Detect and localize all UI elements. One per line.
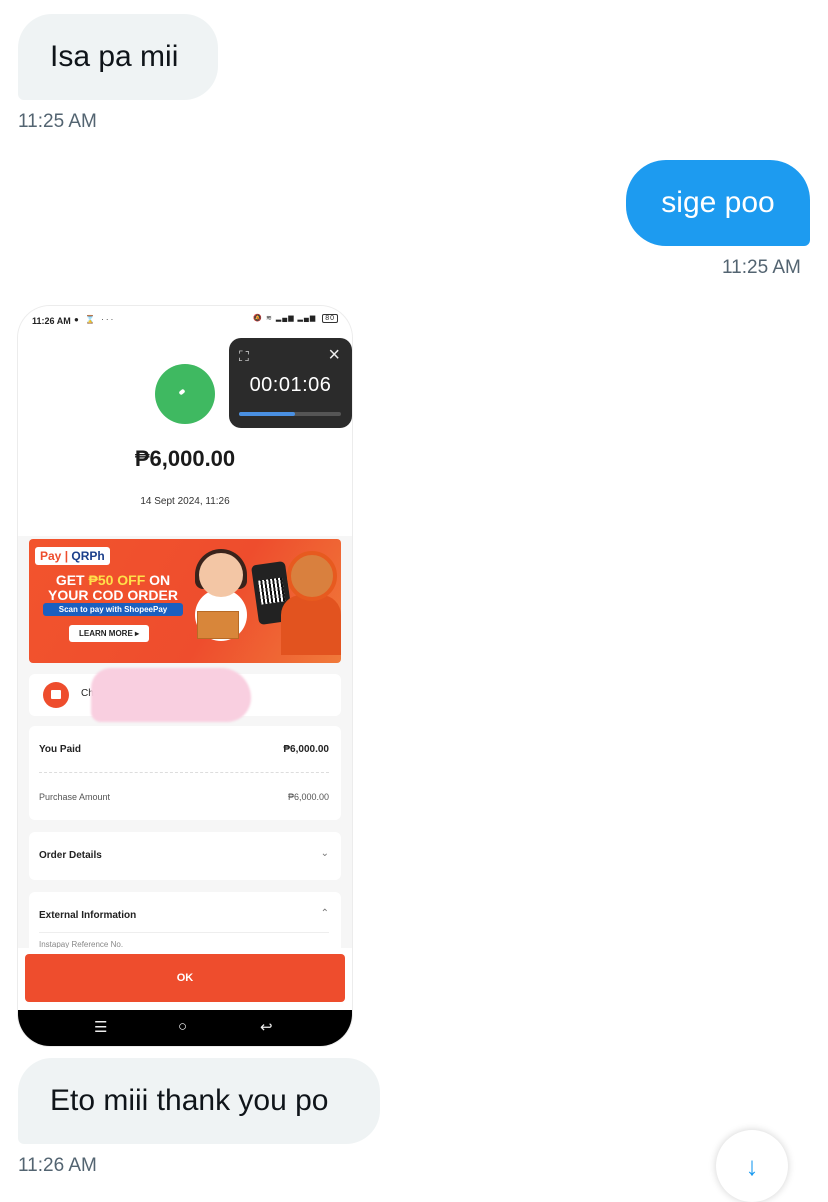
- message-timestamp: 11:26 AM: [18, 1155, 97, 1176]
- status-time: 11:26 AM: [32, 316, 71, 326]
- store-icon: [43, 682, 69, 708]
- purchase-value: ₱6,000.00: [287, 792, 329, 802]
- merchant-card[interactable]: Ch: [29, 668, 341, 722]
- you-paid-row: You Paid ₱6,000.00: [39, 744, 329, 755]
- brand-qrph: QRPh: [71, 549, 105, 563]
- banner-subline: Scan to pay with ShopeePay: [43, 603, 183, 616]
- notification-icons: ● ⌛ ···: [74, 315, 116, 324]
- status-bar: 11:26 AM ● ⌛ ··· 🔕 ≋ ▂▄▆ ▂▄▆ 80: [18, 306, 352, 336]
- banner-illustration: [197, 611, 239, 639]
- divider: [39, 932, 329, 933]
- android-nav-bar: ☰ ○ ↩: [18, 1010, 352, 1046]
- message-text: Eto miii thank you po: [50, 1084, 329, 1117]
- battery-icon: 80: [322, 314, 338, 323]
- order-details-label: Order Details: [39, 850, 102, 861]
- you-paid-label: You Paid: [39, 744, 82, 755]
- message-bubble-outgoing[interactable]: sige poo: [626, 160, 810, 246]
- purchase-label: Purchase Amount: [39, 792, 111, 802]
- scroll-to-bottom-button[interactable]: ↓: [716, 1130, 788, 1202]
- message-text: sige poo: [661, 186, 775, 219]
- back-icon[interactable]: ↩: [260, 1018, 273, 1036]
- redaction-scribble: [91, 668, 251, 722]
- banner-headline: GET ₱50 OFF ON YOUR COD ORDER: [43, 573, 183, 603]
- recording-timer-overlay[interactable]: ⛶ × 00:01:06: [229, 338, 352, 428]
- home-icon[interactable]: ○: [178, 1018, 187, 1035]
- signal-icons: 🔕 ≋ ▂▄▆ ▂▄▆ 80: [253, 314, 338, 323]
- learn-more-button[interactable]: LEARN MORE ▸: [69, 625, 150, 642]
- timer-value: 00:01:06: [249, 374, 332, 396]
- expand-icon[interactable]: ⛶: [239, 348, 249, 365]
- message-bubble-incoming[interactable]: Eto miii thank you po: [18, 1058, 380, 1144]
- external-info-label: External Information: [39, 910, 137, 921]
- message-timestamp: 11:25 AM: [18, 111, 97, 132]
- arrow-down-icon: ↓: [745, 1150, 759, 1181]
- timer-progress-fill: [239, 412, 296, 416]
- purchase-amount-row: Purchase Amount ₱6,000.00: [39, 792, 329, 802]
- divider: [39, 772, 329, 773]
- payment-summary-card: You Paid ₱6,000.00 Purchase Amount ₱6,00…: [29, 726, 341, 820]
- promo-banner[interactable]: Pay | QRPh GET ₱50 OFF ON YOUR COD ORDER…: [29, 539, 341, 663]
- you-paid-value: ₱6,000.00: [283, 744, 329, 755]
- bottom-action-bar: OK: [18, 948, 352, 1010]
- payment-date: 14 Sept 2024, 11:26: [140, 496, 230, 507]
- chevron-up-icon[interactable]: ⌃: [321, 908, 329, 919]
- banner-illustration: [199, 553, 243, 597]
- image-attachment[interactable]: 11:26 AM ● ⌛ ··· 🔕 ≋ ▂▄▆ ▂▄▆ 80 ₱6,000.0…: [18, 306, 352, 1046]
- headline-highlight: ₱50 OFF: [88, 572, 146, 588]
- timer-progress: [239, 412, 341, 416]
- close-icon[interactable]: ×: [328, 344, 340, 367]
- payment-amount: ₱6,000.00: [134, 446, 236, 471]
- banner-illustration: [287, 551, 337, 601]
- brand-pay: Pay: [40, 549, 62, 563]
- shopeepay-qrph-logo: Pay | QRPh: [35, 547, 110, 565]
- banner-illustration: [281, 595, 341, 655]
- chevron-down-icon[interactable]: ⌄: [321, 848, 329, 859]
- success-check-icon: [155, 364, 215, 424]
- headline-part: GET: [55, 572, 89, 588]
- recent-apps-icon[interactable]: ☰: [94, 1018, 107, 1036]
- message-text: Isa pa mii: [50, 40, 179, 73]
- message-timestamp: 11:25 AM: [722, 257, 801, 278]
- order-details-card[interactable]: Order Details ⌄: [29, 832, 341, 880]
- ok-button[interactable]: OK: [25, 954, 345, 1002]
- message-bubble-incoming[interactable]: Isa pa mii: [18, 14, 218, 100]
